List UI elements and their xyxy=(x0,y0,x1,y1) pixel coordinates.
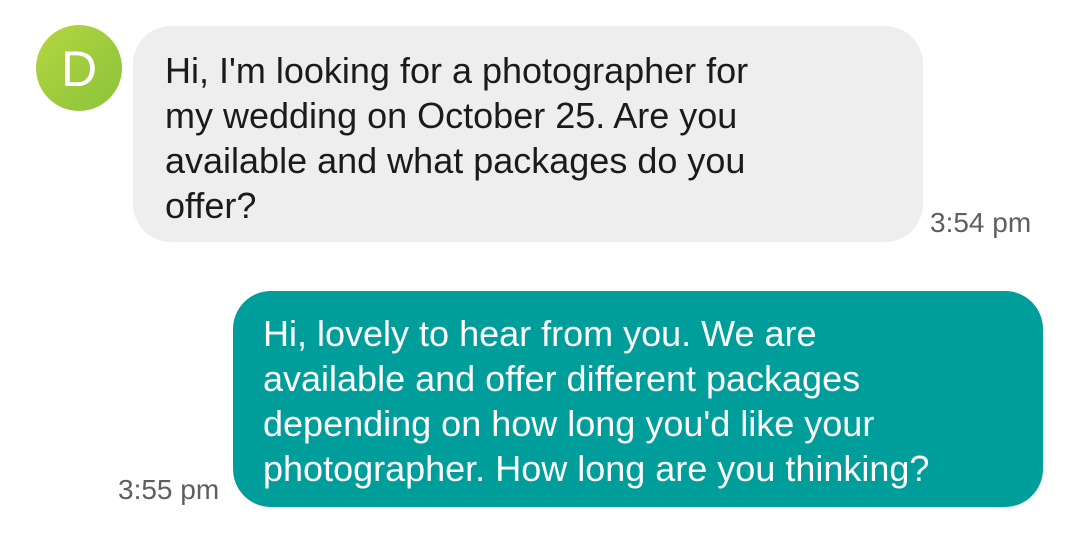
outgoing-message-timestamp: 3:55 pm xyxy=(118,474,220,505)
avatar-initial: D xyxy=(60,41,98,97)
incoming-message-bubble[interactable]: Hi, I'm looking for a photographer for m… xyxy=(133,26,923,242)
contact-avatar[interactable]: D xyxy=(36,25,122,111)
incoming-message-timestamp: 3:54 pm xyxy=(930,207,1032,238)
outgoing-message-bubble[interactable]: Hi, lovely to hear from you. We are avai… xyxy=(233,291,1043,507)
